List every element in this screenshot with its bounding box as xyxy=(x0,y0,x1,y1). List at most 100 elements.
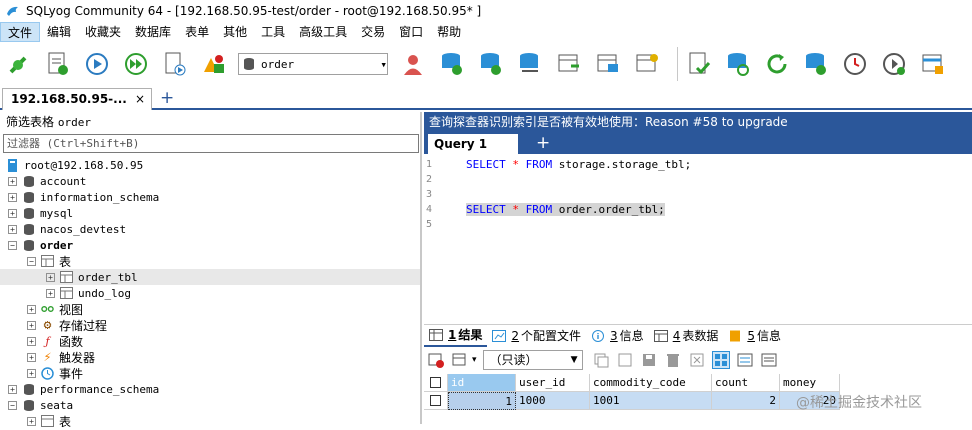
tree-db-seata[interactable]: − seata xyxy=(0,397,420,413)
menu-advanced-tools[interactable]: 高级工具 xyxy=(292,22,354,42)
query-builder-button[interactable] xyxy=(918,48,948,80)
tab-result[interactable]: 1 结果 xyxy=(424,325,488,347)
tab-table-data[interactable]: 4 表数据 xyxy=(649,325,724,347)
tree-events-folder[interactable]: + 事件 xyxy=(0,365,420,381)
schema-sync-button[interactable] xyxy=(723,48,753,80)
expand-icon[interactable]: + xyxy=(8,384,17,394)
menu-other[interactable]: 其他 xyxy=(216,22,254,42)
copy-button[interactable] xyxy=(592,351,610,369)
user-manager-button[interactable] xyxy=(398,48,428,80)
backup-button[interactable] xyxy=(437,48,467,80)
tree-db-information-schema[interactable]: + information_schema xyxy=(0,189,420,205)
designer-button[interactable] xyxy=(632,48,662,80)
sql-editor[interactable]: 1 2 3 4 5 SELECT * FROM storage.storage_… xyxy=(424,154,972,324)
text-view-button[interactable] xyxy=(760,351,778,369)
tree-triggers-folder[interactable]: + ⚡ 触发器 xyxy=(0,349,420,365)
expand-icon[interactable]: + xyxy=(8,224,17,234)
menu-tools[interactable]: 工具 xyxy=(254,22,292,42)
collapse-icon[interactable]: − xyxy=(27,256,36,266)
column-header[interactable]: count xyxy=(712,374,780,392)
save-button[interactable] xyxy=(640,351,658,369)
delete-button[interactable] xyxy=(664,351,682,369)
expand-icon[interactable]: + xyxy=(8,176,17,186)
close-icon[interactable]: × xyxy=(135,89,145,109)
expand-icon[interactable]: + xyxy=(8,192,17,202)
menu-edit[interactable]: 编辑 xyxy=(40,22,78,42)
expand-icon[interactable]: + xyxy=(27,416,36,426)
result-mode-select[interactable]: （只读） ▼ xyxy=(482,350,583,370)
expand-icon[interactable]: + xyxy=(27,336,36,346)
menu-file[interactable]: 文件 xyxy=(0,22,41,42)
database-select[interactable]: order ▾ xyxy=(238,53,388,75)
menu-database[interactable]: 数据库 xyxy=(128,22,178,42)
schema-button[interactable] xyxy=(199,48,229,80)
add-row-button[interactable] xyxy=(427,351,445,369)
table-cell[interactable]: 1000 xyxy=(516,392,590,410)
add-connection-button[interactable]: + xyxy=(160,86,174,110)
cancel-button[interactable] xyxy=(688,351,706,369)
menu-help[interactable]: 帮助 xyxy=(430,22,468,42)
column-header[interactable]: user_id xyxy=(516,374,590,392)
tree-views-folder[interactable]: + 视图 xyxy=(0,301,420,317)
collapse-icon[interactable]: − xyxy=(8,400,17,410)
menu-transaction[interactable]: 交易 xyxy=(354,22,392,42)
check-button[interactable] xyxy=(684,48,714,80)
tree-root[interactable]: root@192.168.50.95 xyxy=(0,157,420,173)
export-result-button[interactable] xyxy=(451,351,469,369)
grid-view-button[interactable] xyxy=(711,351,730,369)
tree-db-order[interactable]: − order xyxy=(0,237,420,253)
connect-button[interactable] xyxy=(4,48,34,80)
tree-db-performance-schema[interactable]: + performance_schema xyxy=(0,381,420,397)
menu-table[interactable]: 表单 xyxy=(178,22,216,42)
select-all-checkbox[interactable] xyxy=(424,374,448,392)
import-button[interactable] xyxy=(554,48,584,80)
tree-db-nacos-devtest[interactable]: + nacos_devtest xyxy=(0,221,420,237)
tree-seata-tables-folder[interactable]: + 表 xyxy=(0,413,420,429)
tree-db-mysql[interactable]: + mysql xyxy=(0,205,420,221)
table-cell[interactable]: 1001 xyxy=(590,392,712,410)
menu-favorites[interactable]: 收藏夹 xyxy=(78,22,128,42)
form-view-button[interactable] xyxy=(736,351,754,369)
expand-icon[interactable]: + xyxy=(27,320,36,330)
expand-icon[interactable]: + xyxy=(46,272,55,282)
refresh-button[interactable] xyxy=(762,48,792,80)
column-header[interactable]: commodity_code xyxy=(590,374,712,392)
tree-procs-folder[interactable]: + ⚙ 存储过程 xyxy=(0,317,420,333)
column-header[interactable]: id xyxy=(448,374,516,392)
tab-info[interactable]: 5 信息 xyxy=(723,325,786,347)
tree-db-account[interactable]: + account xyxy=(0,173,420,189)
filter-input[interactable]: 过滤器 (Ctrl+Shift+B) xyxy=(3,134,419,153)
export-button[interactable] xyxy=(593,48,623,80)
tab-profiles[interactable]: 2 个配置文件 xyxy=(487,325,586,347)
expand-icon[interactable]: + xyxy=(8,208,17,218)
expand-icon[interactable]: + xyxy=(27,368,36,378)
table-cell[interactable]: 2 xyxy=(712,392,780,410)
execute-edit-button[interactable] xyxy=(160,48,190,80)
tree-table-undo-log[interactable]: + undo_log xyxy=(0,285,420,301)
execute-all-button[interactable] xyxy=(121,48,151,80)
sync-button[interactable] xyxy=(515,48,545,80)
scheduler-button[interactable] xyxy=(840,48,870,80)
row-checkbox[interactable] xyxy=(424,392,448,410)
expand-icon[interactable]: + xyxy=(27,352,36,362)
expand-icon[interactable]: + xyxy=(46,288,55,298)
restore-button[interactable] xyxy=(476,48,506,80)
duplicate-row-button[interactable] xyxy=(616,351,634,369)
connection-tab[interactable]: 192.168.50.95-... × xyxy=(2,88,152,110)
expand-icon[interactable]: + xyxy=(27,304,36,314)
collapse-icon[interactable]: − xyxy=(8,240,17,250)
tab-messages[interactable]: 3 信息 xyxy=(586,325,649,347)
menu-window[interactable]: 窗口 xyxy=(392,22,430,42)
query-tab[interactable]: Query 1 xyxy=(428,134,518,154)
run-job-button[interactable] xyxy=(879,48,909,80)
table-cell[interactable]: 1 xyxy=(448,392,516,410)
chevron-down-icon[interactable]: ▾ xyxy=(472,355,477,365)
add-query-button[interactable]: + xyxy=(536,132,550,154)
copy-db-button[interactable] xyxy=(801,48,831,80)
new-query-button[interactable] xyxy=(43,48,73,80)
tree-tables-folder[interactable]: − 表 xyxy=(0,253,420,269)
column-header[interactable]: money xyxy=(780,374,840,392)
tree-table-order-tbl[interactable]: + order_tbl xyxy=(0,269,420,285)
tree-funcs-folder[interactable]: + ƒ 函数 xyxy=(0,333,420,349)
execute-button[interactable] xyxy=(82,48,112,80)
